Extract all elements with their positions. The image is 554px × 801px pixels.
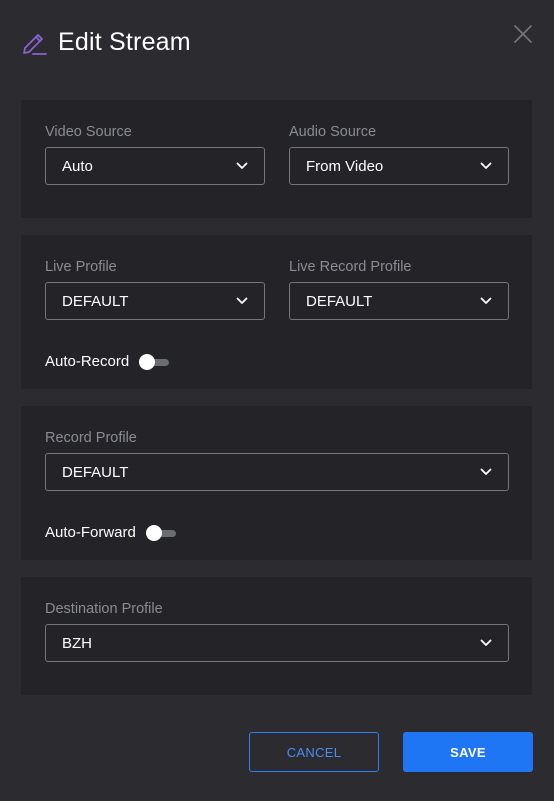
chevron-down-icon <box>480 297 492 305</box>
chevron-down-icon <box>480 639 492 647</box>
auto-forward-label: Auto-Forward <box>45 524 136 541</box>
auto-record-toggle[interactable] <box>139 353 170 370</box>
audio-source-select[interactable]: From Video <box>289 147 509 185</box>
destination-profile-label: Destination Profile <box>45 601 163 617</box>
video-source-label: Video Source <box>45 124 132 140</box>
auto-forward-toggle[interactable] <box>145 524 176 541</box>
toggle-knob <box>139 353 156 370</box>
auto-forward-row: Auto-Forward <box>45 524 176 541</box>
chevron-down-icon <box>236 297 248 305</box>
record-profile-value: DEFAULT <box>62 463 129 481</box>
toggle-knob <box>145 524 162 541</box>
auto-record-row: Auto-Record <box>45 353 170 370</box>
live-record-profile-value: DEFAULT <box>306 292 373 310</box>
close-icon[interactable] <box>514 25 532 43</box>
chevron-down-icon <box>480 468 492 476</box>
destination-card: Destination Profile BZH <box>21 577 532 695</box>
dialog-title: Edit Stream <box>58 27 191 56</box>
audio-source-value: From Video <box>306 157 384 175</box>
chevron-down-icon <box>480 162 492 170</box>
live-record-profile-label: Live Record Profile <box>289 259 412 275</box>
dialog-header: Edit Stream <box>20 24 191 60</box>
audio-source-label: Audio Source <box>289 124 377 140</box>
auto-record-label: Auto-Record <box>45 353 130 370</box>
live-profile-select[interactable]: DEFAULT <box>45 282 265 320</box>
chevron-down-icon <box>236 162 248 170</box>
edit-stream-dialog: Edit Stream Video Source Auto Audio Sour… <box>0 0 554 801</box>
record-profile-select[interactable]: DEFAULT <box>45 453 509 491</box>
destination-profile-select[interactable]: BZH <box>45 624 509 662</box>
live-profile-value: DEFAULT <box>62 292 129 310</box>
destination-profile-value: BZH <box>62 634 92 652</box>
record-profile-label: Record Profile <box>45 430 137 446</box>
video-source-value: Auto <box>62 157 93 175</box>
live-record-profile-select[interactable]: DEFAULT <box>289 282 509 320</box>
record-card: Record Profile DEFAULT Auto-Forward <box>21 406 532 560</box>
sources-card: Video Source Auto Audio Source From Vide… <box>21 100 532 218</box>
live-card: Live Profile DEFAULT Live Record Profile… <box>21 235 532 389</box>
live-profile-label: Live Profile <box>45 259 117 275</box>
save-button[interactable]: SAVE <box>403 732 533 772</box>
pencil-edit-icon <box>20 28 48 56</box>
video-source-select[interactable]: Auto <box>45 147 265 185</box>
cancel-button[interactable]: CANCEL <box>249 732 379 772</box>
